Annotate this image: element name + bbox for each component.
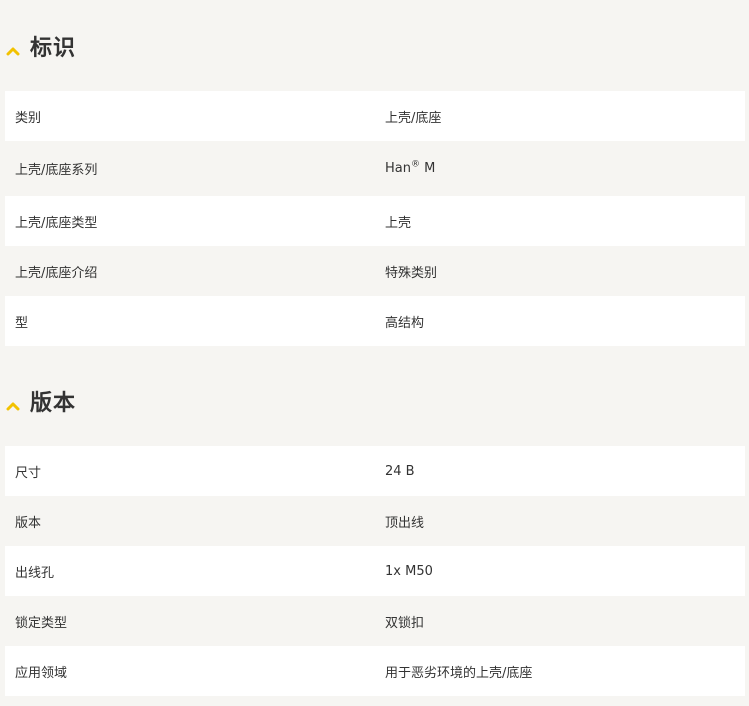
table-row: 尺寸 24 B	[5, 446, 745, 496]
row-label: 上壳/底座介绍	[15, 265, 98, 281]
table-row: 锁定类型 双锁扣	[5, 596, 745, 646]
table-row: 应用领域 用于恶劣环境的上壳/底座	[5, 646, 745, 696]
table-row: 上壳/底座类型 上壳	[5, 196, 745, 246]
registered-mark: ®	[410, 159, 420, 170]
table-row: 版本 顶出线	[5, 496, 745, 546]
row-value: 24 B	[385, 463, 415, 479]
row-value: 顶出线	[385, 515, 425, 531]
section-title: 版本	[30, 391, 77, 416]
chevron-up-icon	[6, 396, 20, 411]
identification-header[interactable]: 标识	[0, 26, 76, 66]
row-value: 双锁扣	[385, 615, 425, 631]
row-value: 上壳/底座	[385, 110, 442, 126]
row-label: 型	[15, 315, 29, 331]
version-table: 尺寸 24 B 版本 顶出线 出线孔 1x M50 锁定类型 双锁扣 应用领域 …	[5, 446, 745, 696]
row-value: 1x M50	[385, 563, 433, 579]
row-value: 用于恶劣环境的上壳/底座	[385, 665, 533, 681]
value-suffix: M	[419, 161, 436, 176]
row-label: 上壳/底座系列	[15, 163, 98, 178]
row-value: 高结构	[385, 315, 425, 331]
row-label: 锁定类型	[15, 615, 68, 631]
row-label: 应用领域	[15, 665, 68, 681]
row-value: 特殊类别	[385, 265, 438, 281]
version-header[interactable]: 版本	[0, 381, 76, 421]
table-row: 类别 上壳/底座	[5, 91, 745, 141]
table-row: 上壳/底座系列 Han® M	[5, 141, 745, 196]
table-row: 上壳/底座介绍 特殊类别	[5, 246, 745, 296]
identification-table: 类别 上壳/底座 上壳/底座系列 Han® M 上壳/底座类型 上壳 上壳/底座…	[5, 91, 745, 346]
row-label: 类别	[15, 110, 42, 126]
row-value: 上壳	[385, 215, 412, 231]
row-label: 出线孔	[15, 565, 55, 581]
row-label: 版本	[15, 515, 42, 531]
table-row: 型 高结构	[5, 296, 745, 346]
row-label: 上壳/底座类型	[15, 215, 98, 231]
section-title: 标识	[30, 36, 77, 61]
value-text: Han	[385, 161, 411, 176]
row-value: Han® M	[385, 159, 436, 176]
chevron-up-icon	[6, 41, 20, 56]
row-label: 尺寸	[15, 465, 42, 481]
table-row: 出线孔 1x M50	[5, 546, 745, 596]
